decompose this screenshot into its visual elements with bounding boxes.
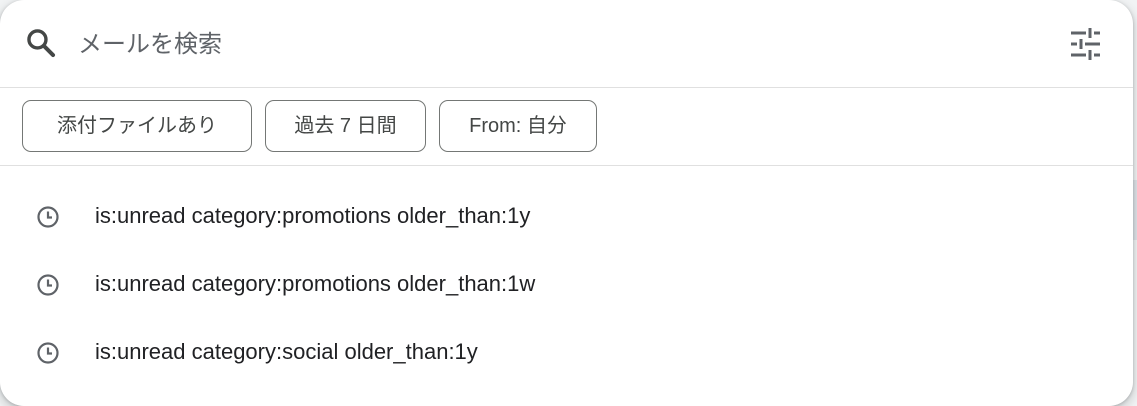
suggestion-text: is:unread category:promotions older_than…: [95, 203, 531, 228]
background-edge: [1133, 180, 1137, 240]
suggestion-item[interactable]: is:unread category:social older_than:1y: [0, 319, 1133, 387]
filter-chips: 添付ファイルあり 過去 7 日間 From: 自分: [0, 88, 1133, 166]
chip-from-me[interactable]: From: 自分: [439, 100, 597, 152]
chip-has-attachment[interactable]: 添付ファイルあり: [22, 100, 252, 152]
clock-icon: [36, 341, 60, 365]
search-icon[interactable]: [24, 26, 58, 60]
chip-last-7-days[interactable]: 過去 7 日間: [265, 100, 426, 152]
suggestion-item[interactable]: is:unread category:promotions older_than…: [0, 251, 1133, 319]
search-input[interactable]: [76, 24, 1020, 66]
clock-icon: [36, 205, 60, 229]
suggestion-text: is:unread category:promotions older_than…: [95, 271, 536, 296]
search-bar: [0, 0, 1133, 88]
suggestion-item[interactable]: is:unread category:promotions older_than…: [0, 183, 1133, 251]
search-dropdown-panel: 添付ファイルあり 過去 7 日間 From: 自分 is:unread cate…: [0, 0, 1133, 406]
clock-icon: [36, 273, 60, 297]
suggestion-text: is:unread category:social older_than:1y: [95, 339, 478, 364]
search-options-icon[interactable]: [1066, 26, 1104, 62]
